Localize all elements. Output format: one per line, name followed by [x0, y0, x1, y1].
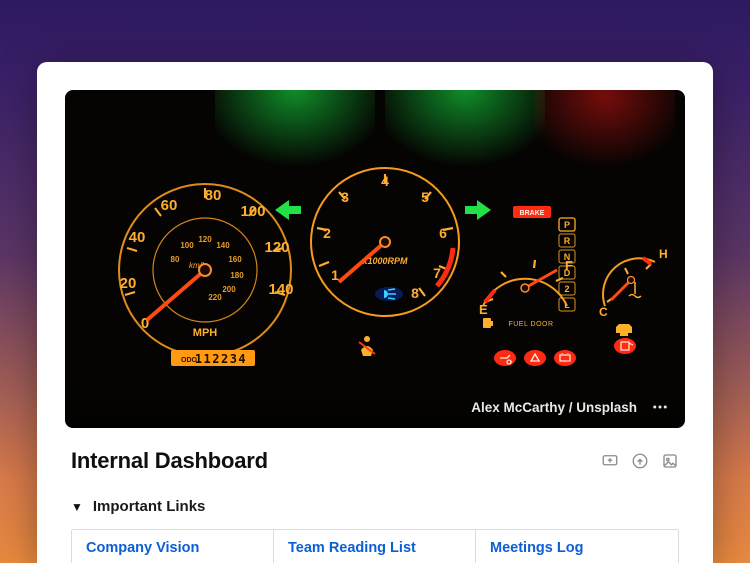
svg-text:60: 60 — [161, 197, 178, 214]
svg-text:D: D — [564, 268, 571, 278]
share-icon[interactable] — [631, 452, 649, 470]
headlight-indicator-icon — [375, 287, 403, 301]
left-turn-indicator-icon — [275, 200, 301, 220]
important-links-section: ▼ Important Links Company Vision Team Re… — [37, 474, 713, 563]
temperature-gauge: H C — [599, 247, 668, 319]
svg-text:P: P — [564, 220, 570, 230]
right-turn-indicator-icon — [465, 200, 491, 220]
svg-text:20: 20 — [120, 275, 137, 292]
svg-text:112234: 112234 — [195, 352, 247, 366]
svg-text:E: E — [479, 302, 488, 317]
link-meetings-log[interactable]: Meetings Log — [490, 540, 583, 556]
oil-indicator-icon — [494, 350, 516, 366]
image-icon[interactable] — [661, 452, 679, 470]
fuel-pump-icon — [483, 318, 493, 328]
link-company-vision[interactable]: Company Vision — [86, 540, 199, 556]
svg-text:140: 140 — [216, 241, 230, 250]
cover-credit-bar: Alex McCarthy / Unsplash — [65, 388, 685, 428]
speedometer-gauge: 0 20 40 60 80 100 120 140 80100120 14016… — [119, 184, 294, 366]
svg-text:180: 180 — [230, 271, 244, 280]
coolant-icon — [629, 282, 641, 298]
svg-text:200: 200 — [222, 285, 236, 294]
cover-image[interactable]: BRAKE 0 20 40 60 80 100 120 140 — [65, 90, 685, 428]
svg-text:R: R — [564, 236, 571, 246]
svg-text:220: 220 — [208, 293, 222, 302]
svg-text:2: 2 — [323, 225, 331, 241]
svg-text:6: 6 — [439, 225, 447, 241]
links-table: Company Vision Team Reading List Meeting… — [71, 529, 679, 563]
svg-text:C: C — [599, 305, 608, 319]
svg-text:80: 80 — [205, 187, 222, 204]
svg-text:BRAKE: BRAKE — [520, 210, 545, 217]
brake-indicator-icon: BRAKE — [513, 206, 551, 218]
more-options-icon[interactable] — [651, 398, 669, 416]
page-title[interactable]: Internal Dashboard — [71, 448, 268, 474]
svg-text:140: 140 — [268, 281, 293, 298]
cover-credit-text: Alex McCarthy / Unsplash — [471, 400, 637, 415]
door-ajar-indicator-icon — [614, 338, 636, 354]
svg-text:FUEL DOOR: FUEL DOOR — [508, 321, 553, 328]
svg-text:8: 8 — [411, 285, 419, 301]
table-cell: Meetings Log — [476, 530, 678, 563]
page-actions — [601, 452, 679, 470]
svg-text:40: 40 — [129, 229, 146, 246]
odometer: ODO 112234 — [171, 350, 255, 366]
tachometer-gauge: 123 456 78 x1000RPM — [311, 168, 459, 316]
svg-text:H: H — [659, 247, 668, 261]
svg-text:80: 80 — [171, 255, 180, 264]
check-engine-indicator-icon — [616, 324, 632, 336]
svg-text:160: 160 — [228, 255, 242, 264]
svg-text:120: 120 — [264, 239, 289, 256]
title-row: Internal Dashboard — [37, 428, 713, 474]
document-page: BRAKE 0 20 40 60 80 100 120 140 — [37, 62, 713, 563]
section-title[interactable]: Important Links — [93, 498, 206, 515]
add-to-screen-icon[interactable] — [601, 452, 619, 470]
link-team-reading-list[interactable]: Team Reading List — [288, 540, 416, 556]
svg-text:L: L — [564, 300, 570, 310]
svg-text:N: N — [564, 252, 571, 262]
section-header: ▼ Important Links — [71, 498, 679, 515]
collapse-toggle-icon[interactable]: ▼ — [71, 500, 83, 514]
svg-text:MPH: MPH — [193, 327, 218, 339]
svg-text:100: 100 — [180, 241, 194, 250]
svg-text:2: 2 — [564, 284, 569, 294]
seatbelt-indicator-icon — [359, 336, 375, 356]
hazard-indicator-icon — [524, 350, 546, 366]
battery-indicator-icon — [554, 350, 576, 366]
table-cell: Company Vision — [72, 530, 274, 563]
dashboard-illustration: BRAKE 0 20 40 60 80 100 120 140 — [65, 90, 685, 428]
svg-text:120: 120 — [198, 235, 212, 244]
table-cell: Team Reading List — [274, 530, 476, 563]
cover-container: BRAKE 0 20 40 60 80 100 120 140 — [37, 62, 713, 428]
